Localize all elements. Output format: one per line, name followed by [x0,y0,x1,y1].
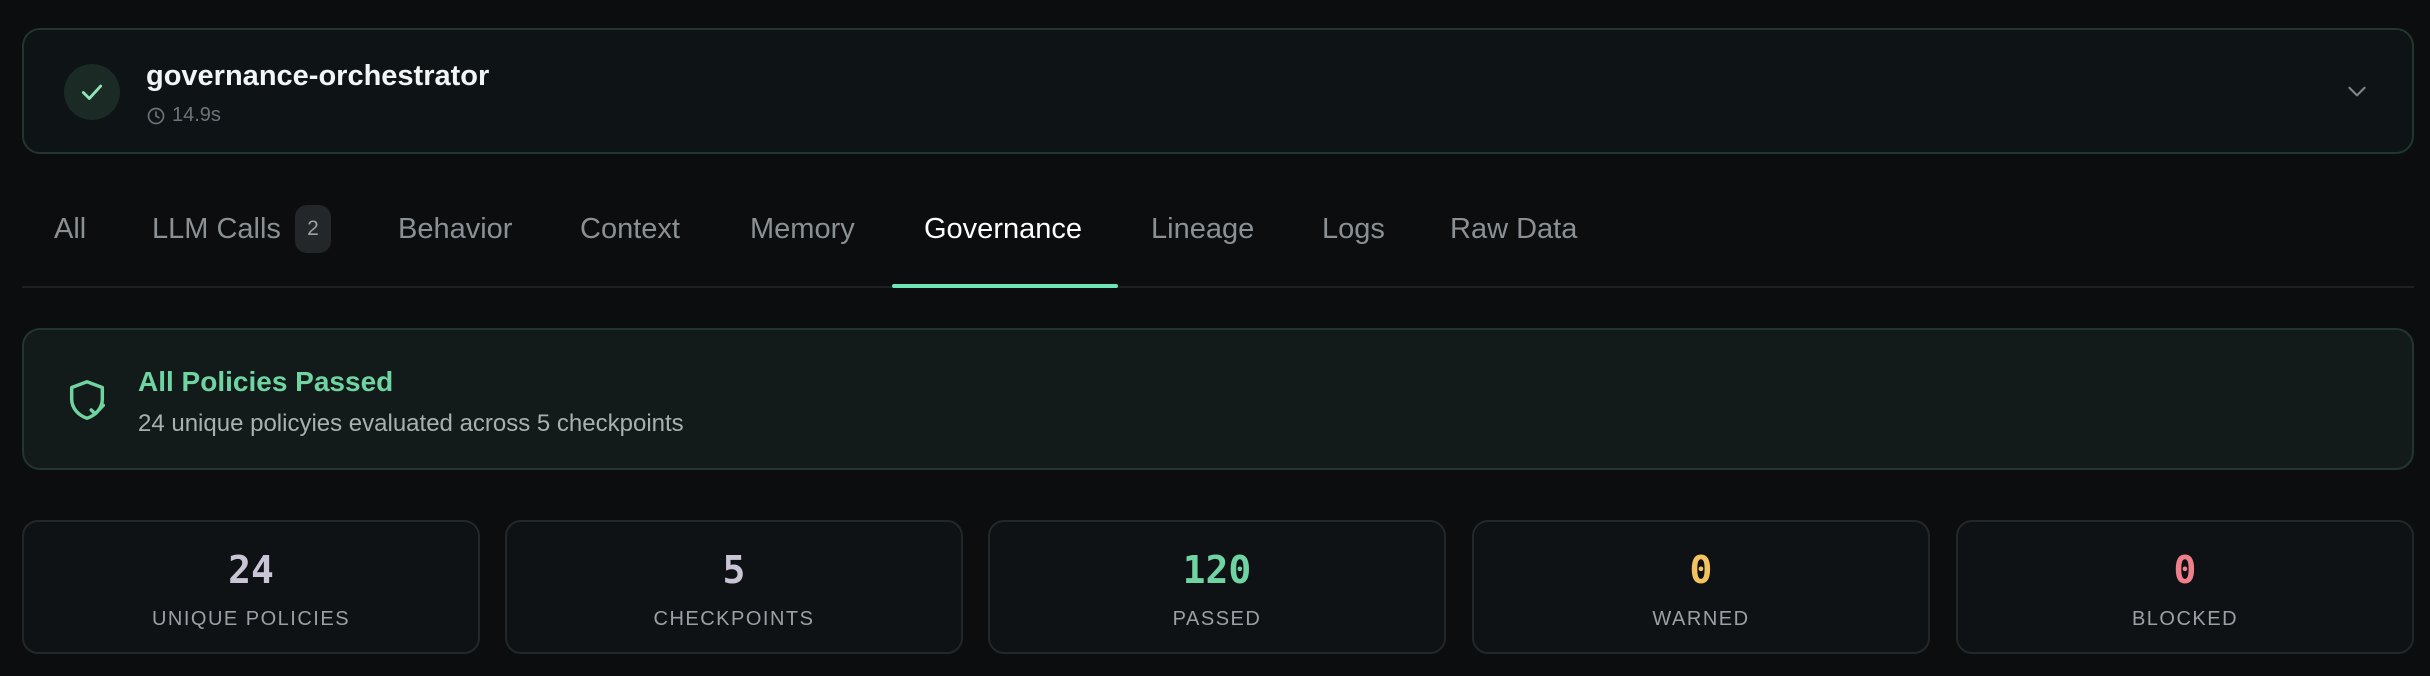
stat-card-unique-policies: 24 UNIQUE POLICIES [22,520,480,654]
stats-row: 24 UNIQUE POLICIES 5 CHECKPOINTS 120 PAS… [22,520,2414,654]
tab-governance[interactable]: Governance [924,170,1082,288]
banner-subtitle: 24 unique policyies evaluated across 5 c… [138,410,684,437]
governance-page: governance-orchestrator 14.9s All LLM Ca… [0,0,2430,676]
active-tab-indicator [892,284,1118,288]
stat-card-warned: 0 WARNED [1472,520,1930,654]
chevron-down-icon [2348,86,2366,97]
tab-label: Memory [750,212,855,245]
stat-value: 24 [228,548,274,592]
stat-card-blocked: 0 BLOCKED [1956,520,2414,654]
tab-label: Logs [1322,212,1385,245]
run-duration: 14.9s [146,104,221,127]
tab-label: LLM Calls [152,212,281,245]
stat-value: 0 [2173,548,2197,592]
stat-value: 120 [1182,548,1252,592]
banner-title: All Policies Passed [138,366,394,397]
policies-status-banner: All Policies Passed 24 unique policyies … [22,328,2414,470]
stat-label: CHECKPOINTS [653,608,815,630]
stat-card-passed: 120 PASSED [988,520,1446,654]
tab-label: Governance [924,212,1082,245]
llm-calls-count-badge: 2 [294,205,331,253]
expand-toggle[interactable] [2342,76,2372,106]
stat-label: UNIQUE POLICIES [151,608,351,630]
tab-label: Context [580,212,680,245]
run-name: governance-orchestrator [146,60,490,92]
stat-label: WARNED [1652,608,1750,630]
check-icon [81,84,103,100]
tab-memory[interactable]: Memory [750,170,855,288]
tab-label: All [54,212,87,245]
tab-lineage[interactable]: Lineage [1151,170,1254,288]
stat-value: 0 [1689,548,1713,592]
tab-label: Raw Data [1450,212,1578,245]
stat-label: PASSED [1172,608,1262,630]
run-duration-value: 14.9s [172,104,221,126]
shield-check-icon [69,380,106,420]
tab-bar: All LLM Calls 2 Behavior Context Memory … [22,170,2414,288]
stat-card-checkpoints: 5 CHECKPOINTS [505,520,963,654]
run-header-card[interactable]: governance-orchestrator 14.9s [22,28,2414,154]
clock-icon [147,107,165,124]
stat-value: 5 [722,548,746,592]
tab-raw-data[interactable]: Raw Data [1450,170,1577,288]
tab-logs[interactable]: Logs [1322,170,1385,288]
status-indicator [64,64,120,120]
tab-behavior[interactable]: Behavior [398,170,512,288]
tab-llm-calls[interactable]: LLM Calls 2 [152,170,331,288]
stat-label: BLOCKED [2131,608,2239,630]
tab-all[interactable]: All [54,170,86,288]
tab-label: Lineage [1151,212,1255,245]
tab-label: Behavior [398,212,513,245]
tab-context[interactable]: Context [580,170,680,288]
